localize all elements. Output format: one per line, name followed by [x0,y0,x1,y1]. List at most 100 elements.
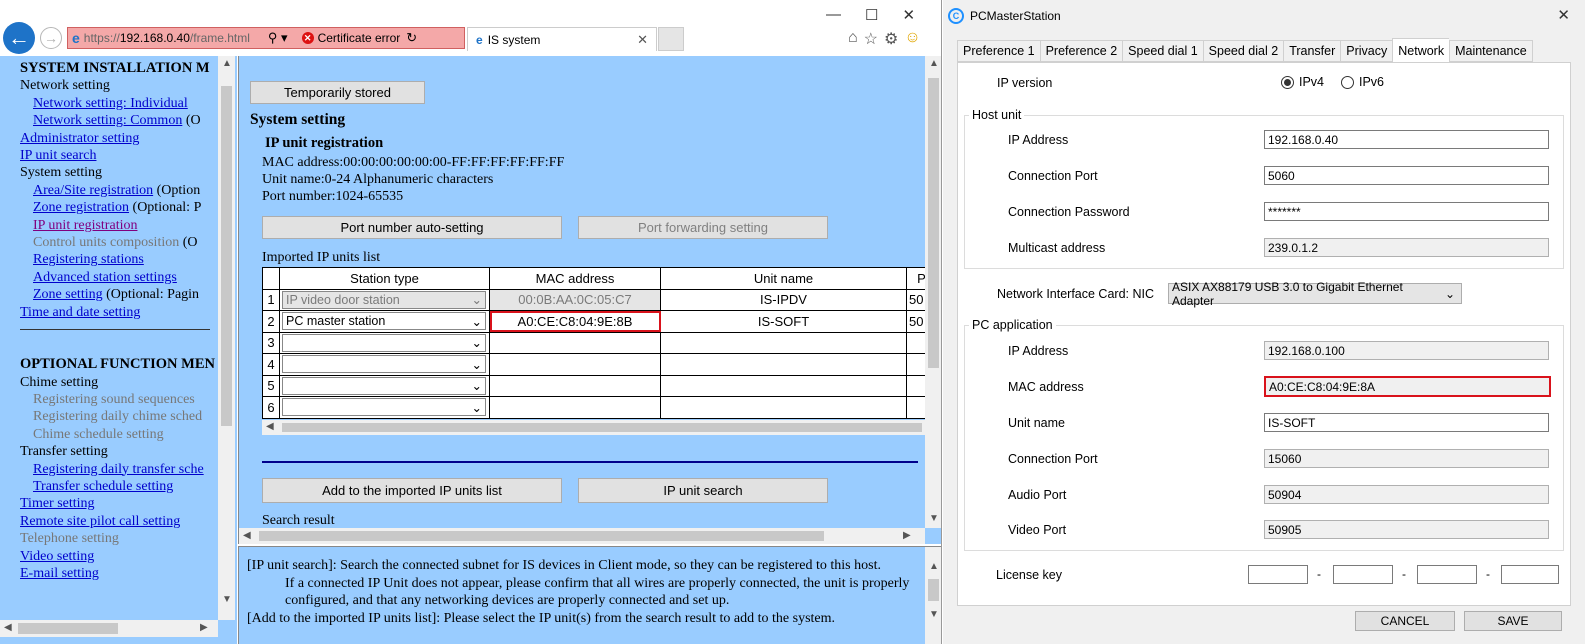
license-key-field-3[interactable] [1417,565,1477,584]
tab-preference-1[interactable]: Preference 1 [957,40,1040,62]
gear-icon[interactable]: ⚙ [884,29,898,49]
scroll-thumb[interactable] [928,579,939,601]
mac-cell[interactable] [489,396,661,419]
link-transfer-schedule[interactable]: Transfer schedule setting [33,479,173,494]
link-zone-setting[interactable]: Zone setting [33,287,103,302]
link-administrator-setting[interactable]: Administrator setting [20,131,139,146]
save-button[interactable]: SAVE [1464,611,1562,631]
link-remote-site-pilot-call[interactable]: Remote site pilot call setting [20,514,180,529]
smiley-feedback-icon[interactable]: ☺ [904,29,920,49]
host-ip-input[interactable]: 192.168.0.40 [1264,130,1549,149]
unit-name-cell[interactable] [660,331,907,354]
address-bar[interactable]: e https://192.168.0.40/frame.html ⚲ ▾ ✕ C… [67,27,465,49]
link-registering-stations[interactable]: Registering stations [33,252,144,267]
main-horizontal-scrollbar[interactable]: ◀ ▶ [239,528,925,544]
link-advanced-station-settings[interactable]: Advanced station settings [33,270,177,285]
main-vertical-scrollbar[interactable]: ▲ ▼ [925,56,941,528]
station-type-select[interactable]: ⌄ [282,333,486,352]
scroll-thumb[interactable] [282,423,922,432]
link-network-individual[interactable]: Network setting: Individual [33,96,188,111]
station-type-select[interactable]: ⌄ [282,376,486,395]
tab-privacy[interactable]: Privacy [1340,40,1393,62]
tab-speed-dial-1[interactable]: Speed dial 1 [1122,40,1203,62]
ipv4-radio[interactable]: IPv4 [1281,75,1324,89]
new-tab-button[interactable] [658,27,684,51]
home-icon[interactable]: ⌂ [848,29,858,49]
browser-tab[interactable]: e IS system ✕ [467,27,657,51]
close-icon[interactable]: ✕ [902,6,915,24]
link-ip-unit-search[interactable]: IP unit search [20,148,96,163]
link-registering-daily-transfer[interactable]: Registering daily transfer sche [33,462,204,477]
tab-network[interactable]: Network [1392,38,1450,62]
mac-cell-highlighted[interactable]: A0:CE:C8:04:9E:8B [489,310,661,333]
scroll-up-icon[interactable]: ▲ [929,58,939,69]
scroll-down-icon[interactable]: ▼ [929,513,939,524]
left-vertical-scrollbar[interactable]: ▲ ▼ [218,56,235,620]
scroll-left-icon[interactable]: ◀ [4,622,12,633]
unit-name-cell[interactable] [660,396,907,419]
link-time-date-setting[interactable]: Time and date setting [20,305,140,320]
table-horizontal-scrollbar[interactable]: ◀ [262,420,927,435]
link-area-site-registration[interactable]: Area/Site registration [33,183,153,198]
link-email-setting[interactable]: E-mail setting [20,566,99,581]
scroll-up-icon[interactable]: ▲ [929,561,939,572]
tab-speed-dial-2[interactable]: Speed dial 2 [1202,40,1284,62]
host-password-input[interactable]: ******* [1264,202,1549,221]
temporarily-stored-button[interactable]: Temporarily stored [250,81,425,104]
scroll-down-icon[interactable]: ▼ [222,594,232,605]
scroll-thumb[interactable] [928,78,939,368]
station-type-select[interactable]: ⌄ [282,398,486,417]
link-video-setting[interactable]: Video setting [20,549,94,564]
certificate-error[interactable]: ✕ Certificate error [301,31,400,45]
ipv6-radio[interactable]: IPv6 [1341,75,1384,89]
refresh-icon[interactable]: ↻ [406,30,417,46]
forward-button[interactable]: → [40,27,62,49]
tab-maintenance[interactable]: Maintenance [1449,40,1533,62]
mac-cell[interactable] [489,331,661,354]
radio-selected-icon [1281,75,1294,89]
close-icon[interactable]: ✕ [1557,6,1570,24]
link-timer-setting[interactable]: Timer setting [20,496,95,511]
scroll-left-icon[interactable]: ◀ [243,530,251,541]
pc-unit-name-input[interactable]: IS-SOFT [1264,413,1549,432]
scroll-right-icon[interactable]: ▶ [903,530,911,541]
station-type-select[interactable]: PC master station ⌄ [282,312,486,331]
license-key-field-1[interactable] [1248,565,1308,584]
scroll-down-icon[interactable]: ▼ [929,609,939,620]
back-button[interactable]: ← [3,22,35,54]
add-to-imported-list-button[interactable]: Add to the imported IP units list [262,478,562,503]
close-tab-icon[interactable]: ✕ [637,32,648,48]
tab-preference-2[interactable]: Preference 2 [1039,40,1123,62]
license-key-field-4[interactable] [1501,565,1559,584]
scroll-thumb[interactable] [259,531,824,541]
suffix-text: (O [185,113,201,129]
scroll-right-icon[interactable]: ▶ [200,622,208,633]
nic-select[interactable]: ASIX AX88179 USB 3.0 to Gigabit Ethernet… [1168,280,1462,308]
left-horizontal-scrollbar[interactable]: ◀ ▶ [0,620,218,637]
scroll-left-icon[interactable]: ◀ [266,421,274,432]
link-network-common[interactable]: Network setting: Common [33,113,182,128]
mac-cell[interactable] [489,353,661,376]
tab-transfer[interactable]: Transfer [1283,40,1341,62]
help-vertical-scrollbar[interactable]: ▲ ▼ [925,547,941,644]
mac-cell[interactable] [489,374,661,397]
license-key-field-2[interactable] [1333,565,1393,584]
maximize-icon[interactable]: ☐ [865,6,878,24]
scroll-up-icon[interactable]: ▲ [222,58,232,69]
unit-name-cell[interactable]: IS-IPDV [660,288,907,311]
search-icon[interactable]: ⚲ ▾ [268,30,288,46]
unit-name-cell[interactable] [660,374,907,397]
favorites-star-icon[interactable]: ☆ [864,29,878,49]
ip-unit-search-button[interactable]: IP unit search [578,478,828,503]
minimize-icon[interactable]: — [826,6,841,24]
scroll-thumb[interactable] [221,86,232,426]
host-port-input[interactable]: 5060 [1264,166,1549,185]
scroll-thumb[interactable] [18,623,118,634]
station-type-select[interactable]: ⌄ [282,355,486,374]
port-auto-setting-button[interactable]: Port number auto-setting [262,216,562,239]
link-zone-registration[interactable]: Zone registration [33,200,129,215]
cancel-button[interactable]: CANCEL [1355,611,1455,631]
unit-name-cell[interactable] [660,353,907,376]
unit-name-cell[interactable]: IS-SOFT [660,310,907,333]
link-ip-unit-registration[interactable]: IP unit registration [33,218,137,233]
